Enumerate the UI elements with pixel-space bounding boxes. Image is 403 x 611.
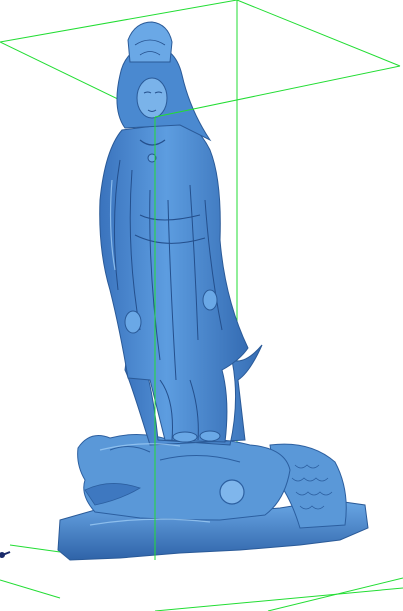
viewport-canvas[interactable] (0, 0, 403, 611)
robe-body (99, 121, 249, 443)
dragon-eye (219, 479, 245, 505)
axis-gizmo-icon[interactable] (0, 551, 11, 558)
crown (127, 21, 173, 63)
left-hand (124, 310, 142, 334)
right-hand (202, 289, 218, 311)
3d-viewport[interactable] (0, 0, 403, 611)
statue-model[interactable] (57, 21, 369, 561)
